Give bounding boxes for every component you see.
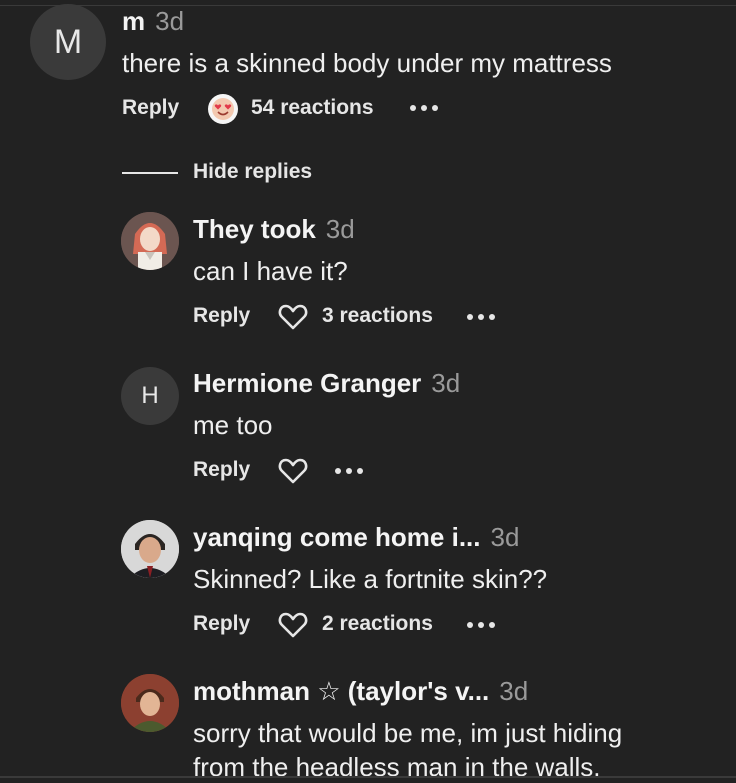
more-options-icon[interactable] <box>467 312 497 322</box>
photo-avatar <box>121 674 179 732</box>
timestamp: 3d <box>431 368 461 398</box>
more-options-icon[interactable] <box>410 103 440 113</box>
comment-text-line-2: from the headless man in the walls. <box>193 752 601 782</box>
avatar-letter: M <box>53 22 83 61</box>
username[interactable]: mothman ☆ (taylor's v... <box>193 676 489 706</box>
comment-text: me too <box>193 410 273 440</box>
comment-author[interactable]: yanqing come home i... 3d <box>193 522 519 553</box>
reactions-count[interactable]: 2 reactions <box>322 612 433 636</box>
avatar-hermione[interactable]: H <box>121 367 179 425</box>
comment-author[interactable]: Hermione Granger 3d <box>193 368 460 399</box>
heart-icon[interactable] <box>278 303 308 331</box>
bottom-divider <box>0 776 736 778</box>
timestamp: 3d <box>490 522 520 552</box>
comment-text-line-1: sorry that would be me, im just hiding <box>193 718 623 748</box>
heart-icon[interactable] <box>278 611 308 639</box>
avatar-mothman[interactable] <box>121 674 179 732</box>
timestamp: 3d <box>499 676 529 706</box>
top-divider <box>0 5 736 6</box>
avatar-yanqing[interactable] <box>121 520 179 578</box>
comment-text: there is a skinned body under my mattres… <box>122 48 612 78</box>
comment-text: Skinned? Like a fortnite skin?? <box>193 564 548 594</box>
more-options-icon[interactable] <box>467 620 497 630</box>
comment-text: can I have it? <box>193 256 348 286</box>
hide-replies-button[interactable]: Hide replies <box>193 160 312 184</box>
comment-author[interactable]: m 3d <box>122 6 184 37</box>
heart-eyes-emoji-icon[interactable] <box>208 94 238 124</box>
reply-button[interactable]: Reply <box>122 96 179 120</box>
avatar-m[interactable]: M <box>30 4 106 80</box>
illustrated-character-avatar <box>121 212 179 270</box>
username[interactable]: yanqing come home i... <box>193 522 481 552</box>
reply-button[interactable]: Reply <box>193 612 250 636</box>
username[interactable]: Hermione Granger <box>193 368 421 398</box>
heart-icon[interactable] <box>278 457 308 485</box>
avatar-they-took[interactable] <box>121 212 179 270</box>
timestamp: 3d <box>155 6 185 36</box>
username[interactable]: m <box>122 6 145 36</box>
reply-button[interactable]: Reply <box>193 458 250 482</box>
reply-button[interactable]: Reply <box>193 304 250 328</box>
reactions-count[interactable]: 54 reactions <box>251 96 374 120</box>
reactions-count[interactable]: 3 reactions <box>322 304 433 328</box>
more-options-icon[interactable] <box>335 466 365 476</box>
avatar-letter: H <box>141 382 159 409</box>
man-portrait-avatar <box>121 520 179 578</box>
timestamp: 3d <box>325 214 355 244</box>
username[interactable]: They took <box>193 214 316 244</box>
hide-replies-line <box>122 172 178 174</box>
comment-author[interactable]: They took 3d <box>193 214 355 245</box>
comment-author[interactable]: mothman ☆ (taylor's v... 3d <box>193 676 528 707</box>
